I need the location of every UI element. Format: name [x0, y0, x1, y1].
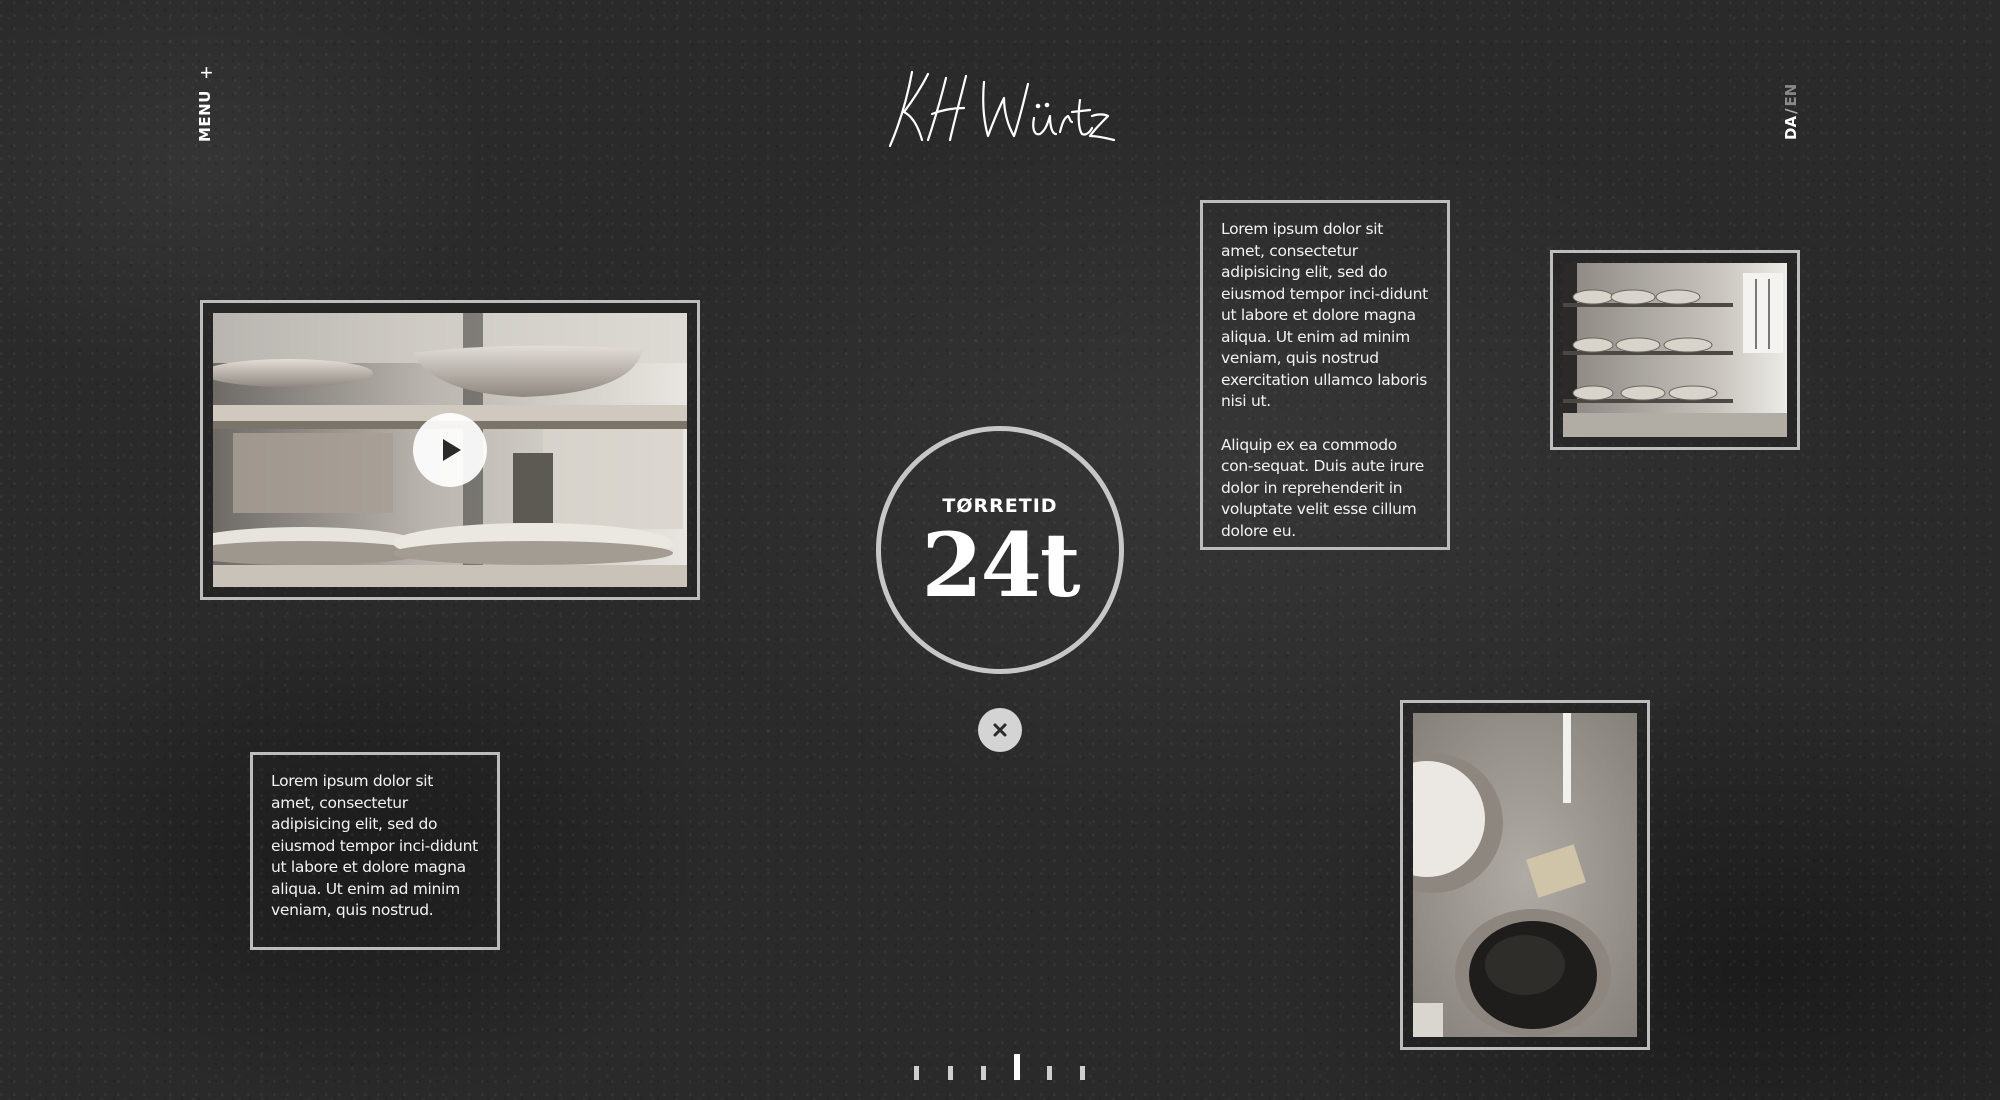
pager-tick-2[interactable]	[948, 1066, 953, 1080]
pottery-shelf-video-thumbnail	[213, 313, 687, 587]
pager-tick-5[interactable]	[1047, 1066, 1052, 1080]
pager-tick-3[interactable]	[981, 1066, 986, 1080]
image-card-workbench[interactable]	[1400, 700, 1650, 1050]
stat-value: 24t	[921, 513, 1080, 617]
image-card-shelf[interactable]	[1550, 250, 1800, 450]
video-card[interactable]	[200, 300, 700, 600]
clay-workbench-photo	[1413, 713, 1637, 1037]
slide-pagination	[912, 1052, 1092, 1080]
brand-logo[interactable]	[884, 60, 1116, 160]
drying-time-stat: TØRRETID 24t	[876, 426, 1124, 674]
lang-da[interactable]: DA	[1782, 116, 1800, 140]
menu-label: MENU	[196, 90, 214, 142]
play-icon	[443, 439, 461, 461]
pager-tick-1[interactable]	[914, 1066, 919, 1080]
plus-icon: +	[200, 60, 213, 85]
info-text-box-left: Lorem ipsum dolor sit amet, consectetur …	[250, 752, 500, 950]
paragraph: Lorem ipsum dolor sit amet, consectetur …	[271, 772, 478, 919]
pager-tick-4-active[interactable]	[1014, 1054, 1020, 1080]
drying-shelf-photo	[1563, 263, 1787, 437]
close-icon	[993, 723, 1007, 737]
info-text-box-right: Lorem ipsum dolor sit amet, consectetur …	[1200, 200, 1450, 550]
close-button[interactable]	[978, 708, 1022, 752]
play-button[interactable]	[413, 413, 487, 487]
paragraph: Lorem ipsum dolor sit amet, consectetur …	[1221, 220, 1428, 410]
menu-button[interactable]: + MENU	[196, 60, 226, 144]
lang-separator: /	[1782, 108, 1800, 114]
lang-en[interactable]: EN	[1782, 84, 1800, 107]
signature-logo-icon	[888, 70, 1116, 148]
paragraph: Aliquip ex ea commodo con-sequat. Duis a…	[1221, 435, 1425, 540]
language-switch: DA /EN	[1782, 84, 1800, 140]
pager-tick-6[interactable]	[1080, 1066, 1085, 1080]
